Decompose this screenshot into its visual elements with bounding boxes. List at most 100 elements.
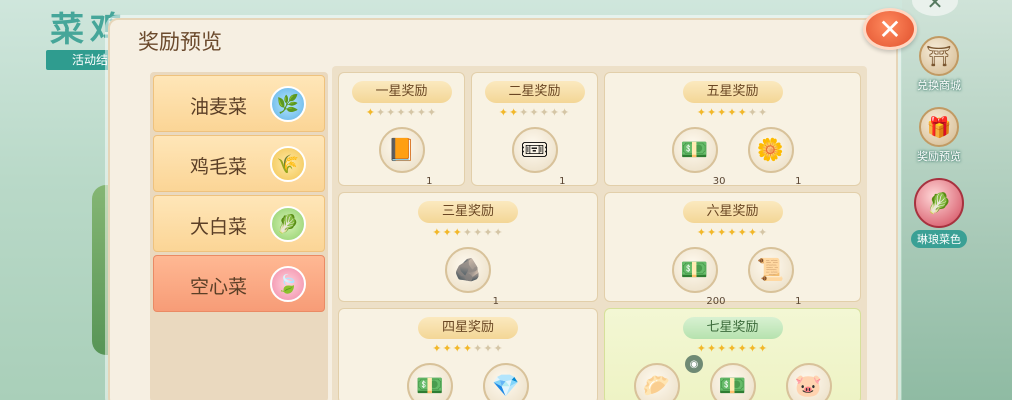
- reward-item[interactable]: 🥟: [633, 363, 680, 400]
- star-empty-icon: ✦: [462, 226, 474, 239]
- reward-item[interactable]: 💎: [483, 363, 529, 400]
- star-rating: ✦✦✦✦✦✦✦: [697, 342, 769, 355]
- reward-item[interactable]: 💵: [407, 363, 453, 400]
- stone-icon: 🪨: [445, 247, 491, 293]
- star-filled-icon: ✦: [462, 342, 474, 355]
- star-empty-icon: ✦: [560, 106, 571, 119]
- item-count: 1: [795, 296, 802, 307]
- side-item-dishes[interactable]: 🥬 琳琅菜色: [906, 178, 972, 248]
- reward-card-title: 七星奖励: [682, 317, 783, 339]
- star-rating: ✦✦✦✦✦✦✦: [697, 106, 769, 119]
- side-menu: ⛩ 兑换商城 🎁 奖励预览 🥬 琳琅菜色: [906, 36, 972, 262]
- star-rating: ✦✦✦✦✦✦✦: [499, 106, 571, 119]
- reward-item[interactable]: 🎟 1: [511, 127, 566, 187]
- star-empty-icon: ✦: [758, 106, 769, 119]
- crystal-icon: 💎: [483, 363, 529, 400]
- category-tabs: 油麦菜 🌿 鸡毛菜 🌾 大白菜 🥬 空心菜 🍃: [150, 72, 328, 400]
- reward-card-1-star: 一星奖励 ✦✦✦✦✦✦✦ 📙 1: [338, 72, 465, 187]
- star-empty-icon: ✦: [493, 342, 504, 355]
- star-filled-icon: ✦: [747, 226, 759, 239]
- star-empty-icon: ✦: [427, 106, 438, 119]
- star-filled-icon: ✦: [727, 342, 738, 355]
- reward-item[interactable]: 💵 30: [671, 127, 726, 187]
- reward-grid: 一星奖励 ✦✦✦✦✦✦✦ 📙 1 二星奖励 ✦✦✦✦✦✦✦ 🎟 1 五星奖励 ✦…: [332, 66, 867, 400]
- star-filled-icon: ✦: [432, 342, 443, 355]
- star-empty-icon: ✦: [396, 106, 407, 119]
- star-filled-icon: ✦: [706, 226, 718, 239]
- pig-pet-icon: 🐷: [785, 363, 832, 400]
- item-count: 30: [712, 176, 726, 187]
- star-empty-icon: ✦: [549, 106, 561, 119]
- reward-card-5-star: 五星奖励 ✦✦✦✦✦✦✦ 💵 30 🌼 1: [604, 72, 861, 187]
- star-empty-icon: ✦: [493, 226, 504, 239]
- star-filled-icon: ✦: [758, 342, 769, 355]
- water-spinach-icon: 🍃: [270, 266, 306, 302]
- reward-item[interactable]: 📙 1: [378, 127, 433, 187]
- star-empty-icon: ✦: [529, 106, 540, 119]
- item-count: 200: [706, 296, 726, 307]
- star-empty-icon: ✦: [473, 342, 484, 355]
- star-filled-icon: ✦: [727, 106, 738, 119]
- greens-icon: 🌾: [270, 146, 306, 182]
- item-count: 1: [492, 296, 499, 307]
- purple-ticket-icon: 🎟: [511, 127, 558, 173]
- star-filled-icon: ✦: [508, 106, 520, 119]
- side-item-label: 琳琅菜色: [911, 230, 967, 248]
- star-filled-icon: ✦: [442, 226, 453, 239]
- green-coupon-icon: 💵: [407, 363, 453, 400]
- star-empty-icon: ✦: [539, 106, 550, 119]
- star-filled-icon: ✦: [717, 106, 728, 119]
- star-filled-icon: ✦: [696, 342, 707, 355]
- gift-box-icon: 🎁: [919, 107, 959, 147]
- pagoda-icon: ⛩: [919, 36, 959, 76]
- star-filled-icon: ✦: [498, 106, 509, 119]
- star-empty-icon: ✦: [758, 226, 769, 239]
- reward-card-4-star: 四星奖励 ✦✦✦✦✦✦✦ 💵 💎: [338, 308, 598, 400]
- reward-card-3-star: 三星奖励 ✦✦✦✦✦✦✦ 🪨 1: [338, 192, 598, 307]
- tab-label: 鸡毛菜: [190, 156, 248, 178]
- star-rating: ✦✦✦✦✦✦✦: [366, 106, 438, 119]
- reward-item[interactable]: 🪨 1: [445, 247, 499, 307]
- star-empty-icon: ✦: [375, 106, 387, 119]
- side-item-reward-preview[interactable]: 🎁 奖励预览: [906, 107, 972, 164]
- tab-label: 大白菜: [190, 216, 248, 238]
- star-empty-icon: ✦: [483, 226, 494, 239]
- reward-card-7-star: 七星奖励 ✦✦✦✦✦✦✦ ◉ 🥟 💵 🐷: [604, 308, 861, 400]
- scroll-icon: 📜: [747, 247, 794, 293]
- star-empty-icon: ✦: [473, 226, 484, 239]
- tab-label: 油麦菜: [190, 96, 248, 118]
- reward-card-title: 三星奖励: [418, 201, 518, 223]
- reward-card-2-star: 二星奖励 ✦✦✦✦✦✦✦ 🎟 1: [471, 72, 598, 187]
- star-empty-icon: ✦: [519, 106, 530, 119]
- tab-label: 空心菜: [190, 276, 248, 298]
- tab-kongxincai[interactable]: 空心菜 🍃: [153, 255, 325, 312]
- reward-card-title: 一星奖励: [351, 81, 452, 103]
- side-item-label: 奖励预览: [917, 150, 961, 163]
- star-filled-icon: ✦: [696, 106, 707, 119]
- dialog-title: 奖励预览: [138, 30, 222, 54]
- star-filled-icon: ✦: [737, 342, 748, 355]
- vegetable-bag-icon: 🥬: [914, 178, 964, 228]
- side-item-exchange-shop[interactable]: ⛩ 兑换商城: [906, 36, 972, 93]
- book-icon: 📙: [378, 127, 425, 173]
- item-count: 1: [559, 176, 566, 187]
- reward-item[interactable]: 💵 200: [671, 247, 726, 307]
- close-button[interactable]: ✕: [863, 8, 917, 50]
- reward-item[interactable]: 📜 1: [747, 247, 802, 307]
- reward-item[interactable]: 🐷: [785, 363, 832, 400]
- reward-item[interactable]: 🌼 1: [747, 127, 802, 187]
- star-empty-icon: ✦: [416, 106, 428, 119]
- green-coupon-icon: 💵: [671, 127, 718, 173]
- star-empty-icon: ✦: [386, 106, 397, 119]
- star-filled-icon: ✦: [737, 226, 748, 239]
- star-filled-icon: ✦: [696, 226, 707, 239]
- tab-dabaicai[interactable]: 大白菜 🥬: [153, 195, 325, 252]
- reward-item[interactable]: 💵: [709, 363, 756, 400]
- star-filled-icon: ✦: [727, 226, 738, 239]
- star-rating: ✦✦✦✦✦✦✦: [432, 342, 504, 355]
- star-filled-icon: ✦: [706, 342, 718, 355]
- item-count: 1: [426, 176, 433, 187]
- tab-jimaocai[interactable]: 鸡毛菜 🌾: [153, 135, 325, 192]
- tab-youmaicai[interactable]: 油麦菜 🌿: [153, 75, 325, 132]
- star-filled-icon: ✦: [452, 226, 463, 239]
